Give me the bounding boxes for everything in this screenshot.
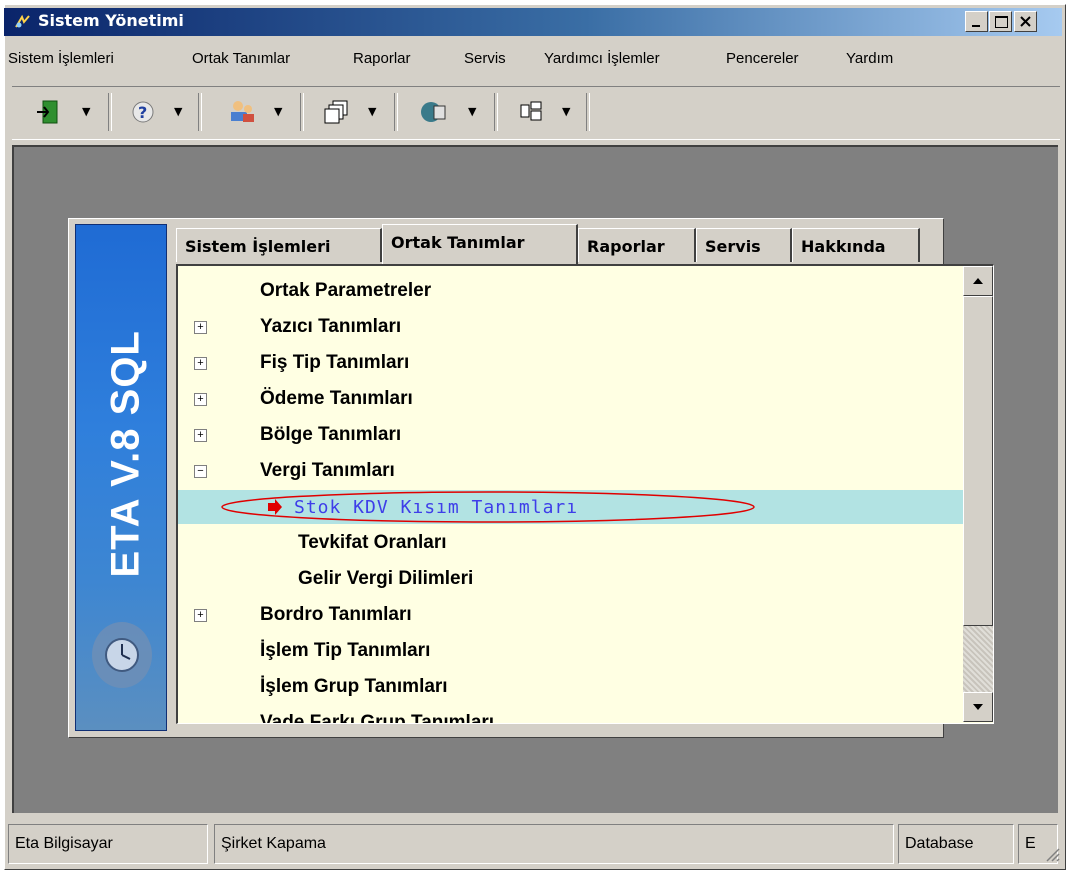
collapse-icon[interactable]: − — [194, 465, 207, 478]
exit-button[interactable] — [34, 97, 64, 127]
menu-yardimci-islemler[interactable]: Yardımcı İşlemler — [544, 50, 660, 67]
close-button[interactable] — [1014, 11, 1037, 32]
minimize-button[interactable] — [965, 11, 988, 32]
tree-node[interactable]: + Yazıcı Tanımları — [178, 310, 964, 344]
tree-node-label: Bölge Tanımları — [260, 424, 402, 445]
menu-yardim[interactable]: Yardım — [846, 50, 893, 67]
clock-globe-icon — [92, 622, 152, 688]
menu-servis[interactable]: Servis — [464, 50, 506, 67]
eta-logo-banner: ETA V.8 SQL — [75, 224, 167, 731]
resize-grip-icon[interactable] — [1044, 846, 1060, 862]
tree-node-label: Stok KDV Kısım Tanımları — [294, 497, 579, 518]
menu-raporlar[interactable]: Raporlar — [353, 50, 411, 67]
tree-node[interactable]: + Fiş Tip Tanımları — [178, 346, 964, 380]
tree-node-label: İşlem Tip Tanımları — [260, 640, 431, 661]
tree-node[interactable]: + Ödeme Tanımları — [178, 382, 964, 416]
scroll-track[interactable] — [963, 626, 993, 692]
app-icon — [15, 14, 30, 28]
tree-node[interactable]: + Bordro Tanımları — [178, 598, 964, 632]
windows-dropdown-icon[interactable]: ▼ — [368, 105, 380, 119]
tree-node-label: Bordro Tanımları — [260, 604, 412, 625]
menu-sistem-islemleri[interactable]: Sistem İşlemleri — [8, 50, 114, 67]
layout-button[interactable] — [516, 97, 546, 127]
scroll-thumb[interactable] — [963, 296, 993, 626]
expand-icon[interactable]: + — [194, 321, 207, 334]
tree-node-label: Ortak Parametreler — [260, 280, 432, 301]
tab-ortak-tanimlar[interactable]: Ortak Tanımlar — [382, 224, 578, 264]
tree-node-label: Ödeme Tanımları — [260, 388, 413, 409]
status-operation: Şirket Kapama — [214, 824, 894, 864]
window-title: Sistem Yönetimi — [38, 11, 184, 30]
tree-node[interactable]: Gelir Vergi Dilimleri — [178, 562, 964, 596]
layout-icon — [520, 101, 542, 121]
pointer-arrow-icon — [268, 499, 282, 515]
toolbar-separator — [198, 93, 202, 131]
tree-node[interactable]: Ortak Parametreler — [178, 274, 964, 308]
expand-icon[interactable]: + — [194, 429, 207, 442]
connection-dropdown-icon[interactable]: ▼ — [468, 105, 480, 119]
scroll-up-button[interactable] — [963, 266, 993, 296]
tab-servis[interactable]: Servis — [696, 228, 792, 262]
tree-node-label: Yazıcı Tanımları — [260, 316, 402, 337]
svg-text:?: ? — [138, 103, 147, 122]
title-bar[interactable]: Sistem Yönetimi — [4, 8, 1062, 36]
scroll-up-icon — [973, 278, 983, 284]
tree-node-label: İşlem Grup Tanımları — [260, 676, 448, 697]
maximize-button[interactable] — [989, 11, 1012, 32]
windows-icon — [324, 100, 348, 124]
connection-button[interactable] — [418, 97, 448, 127]
logo-text: ETA V.8 SQL — [103, 330, 148, 578]
minimize-icon — [972, 25, 980, 27]
tree-node[interactable]: İşlem Tip Tanımları — [178, 634, 964, 668]
help-dropdown-icon[interactable]: ▼ — [174, 105, 186, 119]
menu-pencereler[interactable]: Pencereler — [726, 50, 799, 67]
users-dropdown-icon[interactable]: ▼ — [274, 105, 286, 119]
tab-hakkinda[interactable]: Hakkında — [792, 228, 920, 262]
tree-node-label: Vade Farkı Grup Tanımları — [260, 712, 495, 724]
users-icon — [231, 101, 254, 122]
toolbar-separator — [586, 93, 590, 131]
help-icon: ? — [132, 101, 154, 123]
tree-node[interactable]: Vade Farkı Grup Tanımları — [178, 706, 964, 724]
expand-icon[interactable]: + — [194, 357, 207, 370]
users-button[interactable] — [226, 97, 256, 127]
tree-node[interactable]: + Bölge Tanımları — [178, 418, 964, 452]
status-company: Eta Bilgisayar — [8, 824, 208, 864]
windows-button[interactable] — [322, 97, 352, 127]
tree-node-label: Tevkifat Oranları — [298, 532, 447, 553]
tab-raporlar[interactable]: Raporlar — [578, 228, 696, 262]
exit-dropdown-icon[interactable]: ▼ — [82, 105, 94, 119]
maximize-icon — [995, 16, 1008, 28]
tab-sistem-islemleri[interactable]: Sistem İşlemleri — [176, 228, 382, 262]
layout-dropdown-icon[interactable]: ▼ — [562, 105, 574, 119]
toolbar-separator — [300, 93, 304, 131]
help-button[interactable]: ? — [128, 97, 158, 127]
scroll-down-button[interactable] — [963, 692, 993, 722]
status-database: Database — [898, 824, 1014, 864]
menu-ortak-tanimlar[interactable]: Ortak Tanımlar — [192, 50, 290, 67]
toolbar-separator — [494, 93, 498, 131]
close-icon — [1020, 16, 1031, 27]
toolbar: ▼ ? ▼ ▼ ▼ ▼ ▼ — [12, 86, 1060, 140]
tree-node-label: Vergi Tanımları — [260, 460, 395, 481]
tree-node-label: Gelir Vergi Dilimleri — [298, 568, 474, 589]
scroll-down-icon — [973, 704, 983, 710]
toolbar-separator — [394, 93, 398, 131]
status-bar: Eta Bilgisayar Şirket Kapama Database E — [8, 824, 1062, 866]
tree-node[interactable]: − Vergi Tanımları — [178, 454, 964, 488]
tree-scrollbar[interactable] — [963, 266, 993, 722]
tree-node-selected[interactable]: Stok KDV Kısım Tanımları — [178, 490, 964, 524]
toolbar-separator — [108, 93, 112, 131]
expand-icon[interactable]: + — [194, 393, 207, 406]
tree-node-label: Fiş Tip Tanımları — [260, 352, 410, 373]
expand-icon[interactable]: + — [194, 609, 207, 622]
exit-icon — [37, 100, 58, 124]
tree-node[interactable]: İşlem Grup Tanımları — [178, 670, 964, 704]
definitions-tree[interactable]: Ortak Parametreler + Yazıcı Tanımları + … — [176, 264, 994, 724]
connection-icon — [421, 102, 446, 122]
tree-node[interactable]: Tevkifat Oranları — [178, 526, 964, 560]
